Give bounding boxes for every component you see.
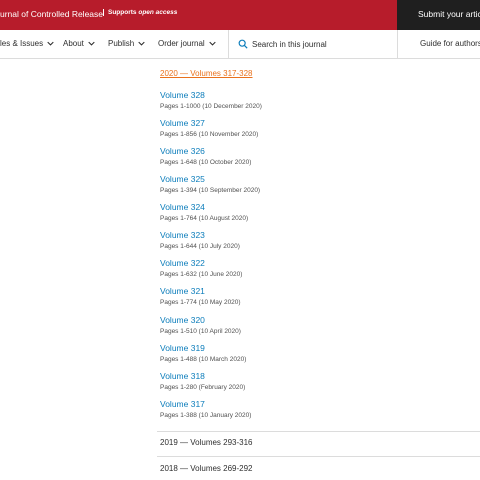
nav-label: Order journal	[158, 39, 205, 48]
search-icon[interactable]	[238, 39, 248, 49]
journal-search-input[interactable]	[252, 37, 392, 51]
chevron-down-icon	[138, 41, 145, 46]
volume-item: Volume 325 Pages 1-394 (10 September 202…	[160, 174, 260, 195]
nav-order-journal[interactable]: Order journal	[158, 39, 216, 48]
volume-pages: Pages 1-774 (10 May 2020)	[160, 299, 241, 306]
submit-article-button[interactable]: Submit your article	[397, 0, 480, 30]
volume-link[interactable]: Volume 323	[160, 230, 240, 240]
volume-item: Volume 321 Pages 1-774 (10 May 2020)	[160, 286, 241, 307]
volume-item: Volume 320 Pages 1-510 (10 April 2020)	[160, 315, 241, 336]
volume-link[interactable]: Volume 321	[160, 286, 241, 296]
nav-label: Publish	[108, 39, 135, 48]
volume-link[interactable]: Volume 326	[160, 146, 251, 156]
chevron-down-icon	[88, 41, 95, 46]
volume-item: Volume 324 Pages 1-764 (10 August 2020)	[160, 202, 248, 223]
volume-pages: Pages 1-632 (10 June 2020)	[160, 271, 243, 278]
volume-pages: Pages 1-280 (February 2020)	[160, 384, 246, 391]
volume-pages: Pages 1-648 (10 October 2020)	[160, 159, 252, 166]
volume-item: Volume 323 Pages 1-644 (10 July 2020)	[160, 230, 240, 251]
volume-link[interactable]: Volume 318	[160, 371, 245, 381]
volume-item: Volume 328 Pages 1-1000 (10 December 202…	[160, 90, 262, 111]
volume-item: Volume 319 Pages 1-488 (10 March 2020)	[160, 343, 246, 364]
nav-articles-issues[interactable]: les & Issues	[0, 39, 54, 48]
nav-label: les & Issues	[0, 39, 44, 48]
nav-divider	[228, 30, 229, 58]
supports-prefix: Supports	[108, 9, 139, 16]
volume-pages: Pages 1-510 (10 April 2020)	[160, 328, 241, 335]
volume-pages: Pages 1-644 (10 July 2020)	[160, 243, 240, 250]
year-2020-toggle[interactable]: 2020 — Volumes 317-328	[160, 69, 253, 78]
volume-link[interactable]: Volume 325	[160, 174, 260, 184]
volume-pages: Pages 1-388 (10 January 2020)	[160, 412, 252, 419]
volume-link[interactable]: Volume 320	[160, 315, 241, 325]
volume-link[interactable]: Volume 322	[160, 258, 242, 268]
guide-for-authors-link[interactable]: Guide for authors	[420, 39, 480, 48]
section-divider	[157, 431, 480, 432]
volume-item: Volume 318 Pages 1-280 (February 2020)	[160, 371, 245, 392]
nav-divider	[397, 30, 398, 58]
chevron-down-icon	[47, 41, 54, 46]
volume-pages: Pages 1-764 (10 August 2020)	[160, 215, 249, 222]
volume-link[interactable]: Volume 317	[160, 399, 251, 409]
volume-link[interactable]: Volume 319	[160, 343, 246, 353]
volume-item: Volume 327 Pages 1-856 (10 November 2020…	[160, 118, 258, 139]
journal-title[interactable]: urnal of Controlled Release	[0, 9, 103, 19]
volume-link[interactable]: Volume 328	[160, 90, 262, 100]
nav-about[interactable]: About	[63, 39, 95, 48]
volume-link[interactable]: Volume 327	[160, 118, 258, 128]
volume-item: Volume 317 Pages 1-388 (10 January 2020)	[160, 399, 251, 420]
journal-header-bar: urnal of Controlled Release Supports ope…	[0, 0, 480, 30]
volume-pages: Pages 1-488 (10 March 2020)	[160, 356, 247, 363]
section-divider	[157, 456, 480, 457]
volume-pages: Pages 1-394 (10 September 2020)	[160, 187, 261, 194]
supports-emphasis: open access	[138, 9, 178, 16]
chevron-down-icon	[209, 41, 216, 46]
volume-item: Volume 326 Pages 1-648 (10 October 2020)	[160, 146, 251, 167]
nav-label: About	[63, 39, 84, 48]
volume-link[interactable]: Volume 324	[160, 202, 248, 212]
volume-pages: Pages 1-856 (10 November 2020)	[160, 131, 259, 138]
submit-article-label: Submit your article	[418, 9, 480, 19]
year-2018-toggle[interactable]: 2018 — Volumes 269-292	[160, 464, 253, 473]
volume-item: Volume 322 Pages 1-632 (10 June 2020)	[160, 258, 242, 279]
volume-pages: Pages 1-1000 (10 December 2020)	[160, 103, 262, 110]
year-2019-toggle[interactable]: 2019 — Volumes 293-316	[160, 438, 253, 447]
supports-open-access: Supports open access	[103, 9, 177, 16]
nav-publish[interactable]: Publish	[108, 39, 145, 48]
